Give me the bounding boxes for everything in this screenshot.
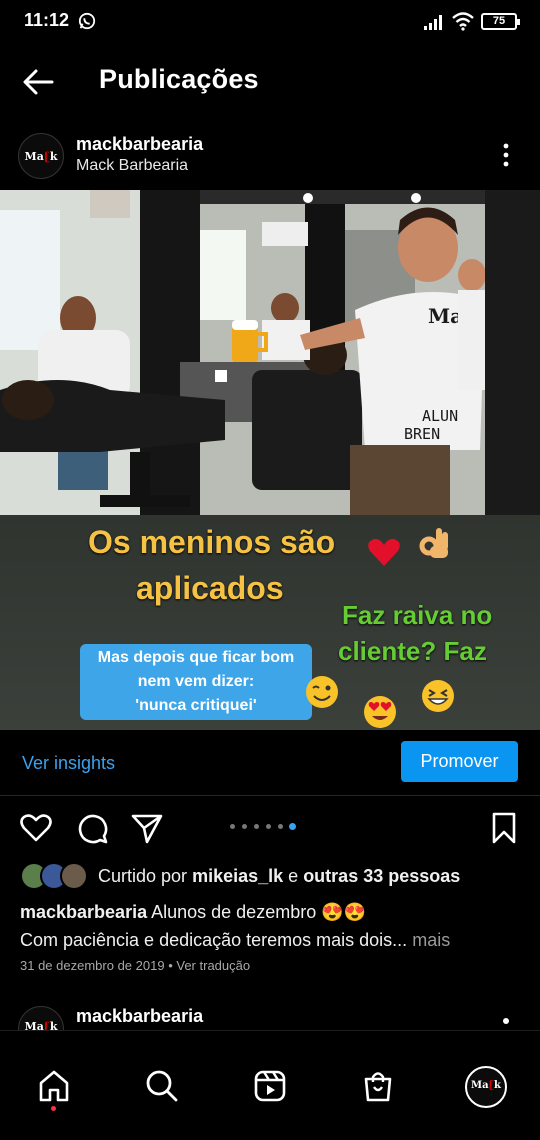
heart-icon[interactable] (19, 811, 53, 845)
view-insights-link[interactable]: Ver insights (22, 753, 115, 774)
post-image[interactable]: Mack ALUN BREN Os meninos são aplicados … (0, 190, 540, 730)
likes-row[interactable]: Curtido por mikeias_lk e outras 33 pesso… (0, 860, 540, 892)
post-actions (0, 806, 540, 850)
post-fullname: Mack Barbearia (76, 157, 189, 174)
image-box-line3: 'nunca critiquei' (135, 697, 257, 714)
image-box-line1: Mas depois que ficar bom (97, 649, 295, 666)
shirt-text-2: BREN (404, 425, 440, 443)
search-icon[interactable] (145, 1069, 179, 1103)
reels-icon[interactable] (253, 1069, 287, 1103)
bookmark-icon[interactable] (487, 811, 521, 845)
status-bar: 11:12 75 (0, 0, 540, 44)
more-vertical-icon[interactable] (503, 1018, 509, 1024)
send-icon[interactable] (130, 811, 164, 845)
likes-text[interactable]: Curtido por mikeias_lk e outras 33 pesso… (98, 866, 460, 887)
heart-eyes-emoji (364, 696, 396, 728)
winking-face-emoji (306, 676, 338, 708)
avatar-logo-a: Ma (24, 149, 44, 163)
whatsapp-icon (78, 12, 96, 30)
carousel-dot (254, 824, 259, 829)
caption-username[interactable]: mackbarbearia (20, 902, 147, 922)
signal-icon (424, 15, 442, 30)
see-translation-link[interactable]: Ver tradução (176, 958, 250, 973)
wifi-icon (452, 12, 474, 31)
status-time: 11:12 (24, 10, 70, 30)
arrow-left-icon[interactable] (20, 64, 56, 100)
caption-line1: Alunos de dezembro 😍😍 (151, 902, 367, 922)
ok-hand-emoji (419, 528, 448, 558)
comment-icon[interactable] (75, 811, 109, 845)
liked-username[interactable]: mikeias_lk (192, 866, 283, 886)
likes-others[interactable]: outras 33 pessoas (303, 866, 460, 886)
carousel-dot (230, 824, 235, 829)
promote-button[interactable]: Promover (401, 741, 518, 782)
image-box-line2: nem vem dizer: (137, 673, 255, 690)
likes-join: e (288, 866, 299, 886)
shop-icon[interactable] (361, 1069, 395, 1103)
more-vertical-icon[interactable] (498, 142, 514, 168)
image-text-green1: Faz raiva no (342, 600, 493, 630)
page-title: Publicações (99, 64, 259, 94)
grinning-squint-emoji (422, 680, 454, 712)
image-text-box: Mas depois que ficar bom nem vem dizer: … (80, 644, 312, 720)
image-text-line1: Os meninos são (88, 524, 336, 560)
post-header: Ma ʗ k mackbarbearia Mack Barbearia (0, 126, 540, 186)
profile-avatar[interactable]: Maʗk (465, 1066, 507, 1108)
heart-emoji (368, 538, 400, 566)
image-text-green2: cliente? Faz (338, 636, 487, 666)
notification-dot (51, 1106, 56, 1111)
next-post-header: Maʗk mackbarbearia (0, 996, 540, 1030)
insights-row: Ver insights Promover (0, 730, 540, 796)
barbershop-photo: Mack ALUN BREN (0, 190, 540, 515)
caption-more-link[interactable]: mais (412, 930, 450, 950)
avatar-logo-b: k (49, 149, 58, 163)
avatar[interactable]: Maʗk (18, 1006, 64, 1030)
likes-prefix: Curtido por (98, 866, 188, 886)
post-caption: mackbarbearia Alunos de dezembro 😍😍 Com … (20, 898, 520, 954)
post-meta: 31 de dezembro de 2019 • Ver tradução (20, 958, 250, 973)
shirt-text-1: ALUN (422, 407, 458, 425)
avatar[interactable]: Maʗk (18, 133, 64, 179)
image-text-line2: aplicados (136, 570, 284, 606)
carousel-dot (242, 824, 247, 829)
post-date: 31 de dezembro de 2019 (20, 958, 165, 973)
liker-avatar (60, 862, 88, 890)
caption-line2: Com paciência e dedicação teremos mais d… (20, 930, 408, 950)
app-header: Publicações (0, 50, 540, 112)
carousel-dot-active (289, 823, 296, 830)
bottom-nav: Maʗk (0, 1030, 540, 1140)
meta-separator: • (168, 958, 173, 973)
battery-icon: 75 (481, 13, 520, 30)
next-post-username[interactable]: mackbarbearia (76, 1006, 203, 1027)
post-username[interactable]: mackbarbearia (76, 134, 203, 155)
carousel-dot (278, 824, 283, 829)
carousel-dot (266, 824, 271, 829)
home-icon[interactable] (37, 1069, 71, 1103)
